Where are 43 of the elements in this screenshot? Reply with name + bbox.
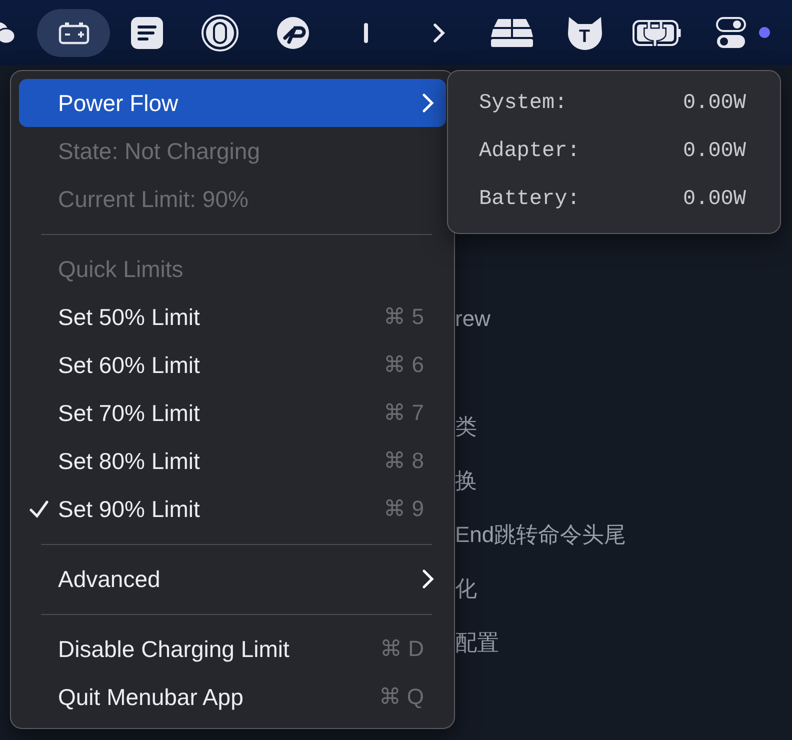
p-logo-icon[interactable] [276,16,310,50]
chevron-icon[interactable] [432,22,444,42]
menu-item[interactable]: Set 50% Limit ⌘ 5 [19,293,446,341]
submenu-item[interactable]: Power Flow [19,79,446,127]
checkmark-icon [29,499,49,519]
menu-item[interactable]: Set 70% Limit ⌘ 7 [19,389,446,437]
submenu-item[interactable]: Advanced [19,555,446,603]
status-text: Current Limit: 90% [58,186,250,212]
shortcut-text: ⌘ 7 [384,400,424,426]
menu-item[interactable]: Disable Charging Limit ⌘ D [19,625,446,673]
status-text: State: Not Charging [58,138,262,164]
list-text: End跳转命令头尾 [455,521,626,549]
plug-battery-icon[interactable] [632,18,684,46]
list-text: 类 [455,413,478,441]
row-value: 0.00W [682,92,746,114]
chevron-icon [422,93,434,113]
chevron-icon [422,569,434,589]
row-value: 0.00W [682,140,746,162]
list-text: 换 [455,467,478,495]
list-text: 化 [455,575,478,603]
cat-icon[interactable]: T [566,14,604,50]
shortcut-text: ⌘ 8 [384,448,424,474]
shortcut-text: ⌘ D [380,636,424,662]
note-icon[interactable] [130,16,162,48]
battery-icon[interactable] [58,20,90,44]
shortcut-text: ⌘ Q [378,684,424,710]
list-text: rew [455,305,492,333]
row-label: Adapter: [479,140,580,162]
menu-item[interactable]: Set 80% Limit ⌘ 8 [19,437,446,485]
shortcut-text: ⌘ 9 [384,496,424,522]
menu-item[interactable]: Quit Menubar App ⌘ Q [19,673,446,721]
row-label: Battery: [479,188,580,210]
menu-item[interactable]: Set 60% Limit ⌘ 6 [19,341,446,389]
stack-icon[interactable] [490,18,534,48]
row-value: 0.00W [682,188,746,210]
toggles-icon[interactable] [716,16,746,48]
shortcut-text: ⌘ 5 [384,304,424,330]
row-label: System: [479,92,568,114]
menu-item[interactable]: Set 90% Limit ⌘ 9 [19,485,446,533]
mouse-icon[interactable] [200,14,238,52]
section-header: Quick Limits [58,256,184,282]
list-text: 配置 [455,629,500,657]
shortcut-text: ⌘ 6 [384,352,424,378]
